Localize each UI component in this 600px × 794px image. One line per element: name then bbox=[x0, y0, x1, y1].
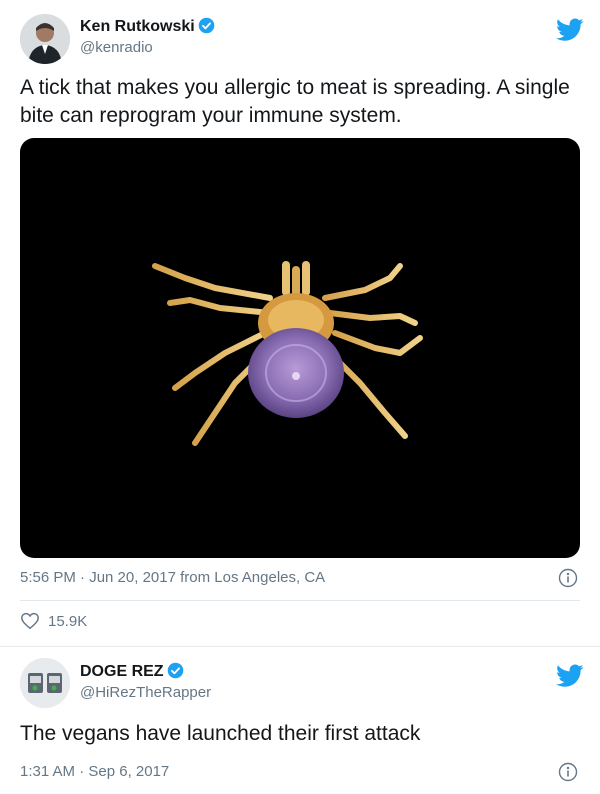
author-name[interactable]: DOGE REZ bbox=[80, 662, 184, 681]
verified-badge-icon bbox=[167, 662, 183, 679]
avatar[interactable] bbox=[20, 14, 70, 64]
tweet-text: A tick that makes you allergic to meat i… bbox=[20, 76, 570, 127]
tick-image bbox=[152, 261, 423, 446]
twitter-bird-icon[interactable] bbox=[556, 18, 584, 42]
tweet-card: DOGE REZ @HiRezTheRapper The vegans have… bbox=[0, 646, 600, 794]
like-count: 15.9K bbox=[48, 612, 88, 630]
author-handle[interactable]: @HiRezTheRapper bbox=[80, 684, 211, 701]
avatar[interactable] bbox=[20, 658, 70, 708]
tweet-timestamp[interactable]: 5:56 PM · Jun 20, 2017 from Los Angeles,… bbox=[20, 569, 325, 586]
author-name-text: DOGE REZ bbox=[80, 663, 164, 680]
info-icon[interactable] bbox=[558, 568, 578, 588]
tweet-card: Ken Rutkowski @kenradio A tick that make… bbox=[0, 0, 600, 646]
like-button[interactable]: 15.9K bbox=[20, 612, 87, 630]
author-name[interactable]: Ken Rutkowski bbox=[80, 17, 215, 36]
tweet-timestamp[interactable]: 1:31 AM · Sep 6, 2017 bbox=[20, 763, 169, 780]
divider bbox=[20, 600, 580, 601]
author-name-text: Ken Rutkowski bbox=[80, 18, 195, 35]
verified-badge-icon bbox=[198, 17, 214, 34]
tweet-text: The vegans have launched their first att… bbox=[20, 722, 421, 745]
tweet-image[interactable] bbox=[20, 138, 580, 558]
heart-icon bbox=[21, 612, 39, 630]
author-handle[interactable]: @kenradio bbox=[80, 39, 153, 56]
twitter-bird-icon[interactable] bbox=[556, 664, 584, 688]
info-icon[interactable] bbox=[558, 762, 578, 782]
